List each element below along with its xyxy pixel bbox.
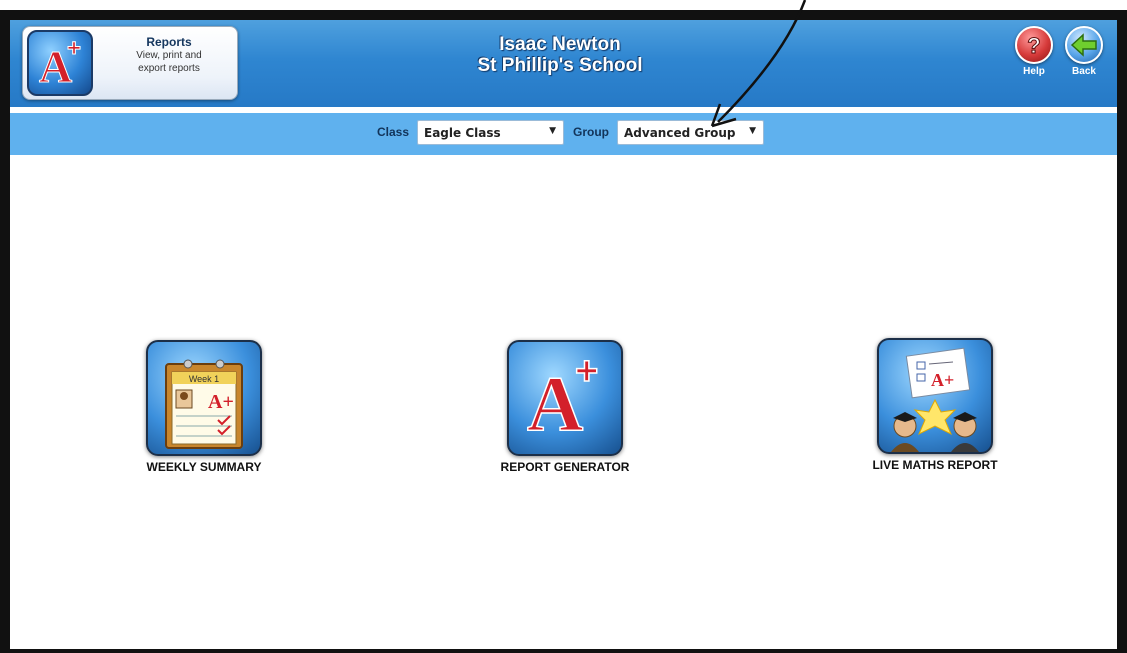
report-generator-tile[interactable]: A + REPORT GENERATOR xyxy=(500,340,630,474)
class-select-value: Eagle Class xyxy=(424,126,501,140)
back-arrow-icon xyxy=(1065,26,1103,64)
back-label: Back xyxy=(1072,66,1096,77)
a-plus-icon: A + xyxy=(507,340,623,456)
class-select[interactable]: Eagle Class ▼ xyxy=(417,120,564,145)
header-title: Isaac Newton St Phillip's School xyxy=(410,34,710,76)
group-label: Group xyxy=(573,125,609,139)
reports-module-card[interactable]: A + Reports View, print and export repor… xyxy=(22,26,238,100)
school-name: St Phillip's School xyxy=(477,55,643,76)
report-generator-label: REPORT GENERATOR xyxy=(500,460,630,474)
weekly-summary-tile[interactable]: Week 1 A+ WEEKLY SUMMARY xyxy=(139,340,269,474)
svg-text:A+: A+ xyxy=(208,391,234,413)
reports-title: Reports xyxy=(146,35,192,49)
live-maths-report-label: LIVE MATHS REPORT xyxy=(872,458,998,472)
a-plus-icon: A + xyxy=(27,30,93,96)
svg-text:?: ? xyxy=(1027,33,1040,58)
graduates-report-icon: A+ xyxy=(877,338,993,454)
back-button[interactable]: Back xyxy=(1062,26,1106,77)
svg-text:A+: A+ xyxy=(931,370,954,390)
header-bar: A + Reports View, print and export repor… xyxy=(10,20,1117,110)
reports-card-text: Reports View, print and export reports xyxy=(109,35,229,75)
student-name: Isaac Newton xyxy=(499,34,621,55)
svg-text:+: + xyxy=(67,35,81,62)
dropdown-arrow-icon: ▼ xyxy=(749,126,756,136)
weekly-summary-label: WEEKLY SUMMARY xyxy=(146,460,262,474)
class-label: Class xyxy=(377,125,410,139)
filter-bar: Class Eagle Class ▼ Group Advanced Group… xyxy=(10,113,1117,155)
calendar-week-text: Week 1 xyxy=(189,374,219,384)
group-select-value: Advanced Group xyxy=(624,126,736,140)
reports-subtitle-line2: export reports xyxy=(138,63,200,74)
weekly-calendar-icon: Week 1 A+ xyxy=(146,340,262,456)
dropdown-arrow-icon: ▼ xyxy=(549,126,556,136)
svg-text:+: + xyxy=(575,349,598,393)
group-select[interactable]: Advanced Group ▼ xyxy=(617,120,764,145)
help-icon: ? xyxy=(1015,26,1053,64)
live-maths-report-tile[interactable]: A+ LIVE MATHS REPORT xyxy=(865,338,1005,472)
help-button[interactable]: ? Help xyxy=(1012,26,1056,77)
reports-subtitle-line1: View, print and xyxy=(136,50,202,61)
help-label: Help xyxy=(1023,66,1045,77)
